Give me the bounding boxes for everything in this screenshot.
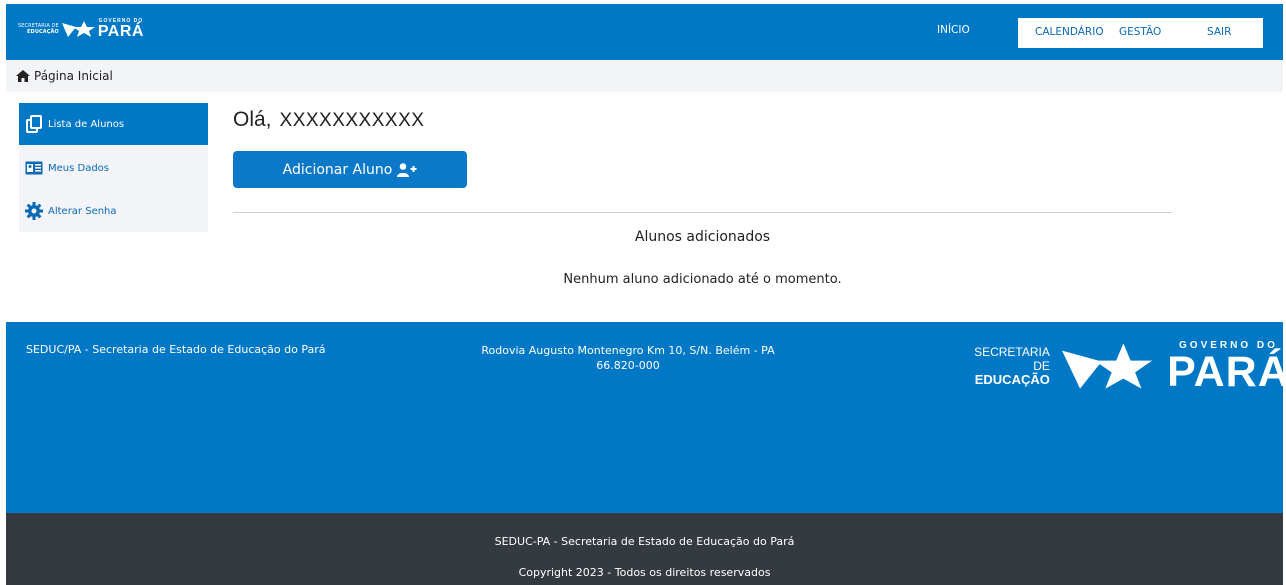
nav-gestao[interactable]: GESTÃO (1119, 26, 1161, 38)
section-divider (233, 212, 1172, 213)
add-student-label: Adicionar Aluno (282, 161, 393, 178)
sidebar-item-label: Lista de Alunos (48, 118, 125, 130)
sidebar: Lista de Alunos Meus Dados Alterar Senha (19, 103, 208, 232)
top-header: SECRETARIA DE EDUCAÇÃO GOVERNO DO PARÁ I… (6, 4, 1283, 60)
home-icon (16, 70, 30, 82)
id-card-icon (25, 159, 43, 177)
header-logo[interactable]: SECRETARIA DE EDUCAÇÃO GOVERNO DO PARÁ (18, 18, 144, 40)
greeting-text: Olá, (233, 108, 272, 131)
gear-icon (25, 202, 43, 220)
star-flag-icon (61, 21, 95, 37)
bottom-org: SEDUC-PA - Secretaria de Estado de Educa… (494, 535, 795, 548)
footer-logo-para: GOVERNO DO PARÁ (1167, 340, 1286, 396)
footer-logo: SECRETARIA DE EDUCAÇÃO GOVERNO DO PARÁ (964, 340, 1286, 396)
sidebar-item-label: Alterar Senha (48, 205, 117, 217)
footer-logo-secretaria: SECRETARIA DE EDUCAÇÃO (974, 345, 1050, 387)
header-logo-secretaria: SECRETARIA DE EDUCAÇÃO (18, 23, 59, 35)
footer-address-line2: 66.820-000 (596, 359, 660, 372)
user-name: XXXXXXXXXXX (279, 110, 425, 131)
nav-inicio[interactable]: INÍCIO (937, 24, 970, 36)
user-plus-icon (397, 162, 417, 177)
students-section-title: Alunos adicionados (634, 229, 771, 245)
sidebar-item-alterar-senha[interactable]: Alterar Senha (19, 190, 208, 232)
footer: SEDUC/PA - Secretaria de Estado de Educa… (6, 322, 1286, 513)
sidebar-item-lista-alunos[interactable]: Lista de Alunos (19, 103, 208, 145)
add-student-button[interactable]: Adicionar Aluno (233, 151, 467, 188)
footer-address: Rodovia Augusto Montenegro Km 10, S/N. B… (476, 343, 780, 373)
footer-address-line1: Rodovia Augusto Montenegro Km 10, S/N. B… (481, 344, 775, 357)
greeting: Olá, XXXXXXXXXXX (233, 108, 424, 132)
star-flag-icon (1061, 343, 1153, 389)
copy-icon (25, 115, 43, 133)
sidebar-item-meus-dados[interactable]: Meus Dados (19, 147, 208, 189)
empty-state-message: Nenhum aluno adicionado até o momento. (563, 272, 842, 287)
header-logo-para: GOVERNO DO PARÁ (97, 18, 144, 40)
nav-menu-box: CALENDÁRIO GESTÃO SAIR (1018, 18, 1263, 48)
breadcrumb-label[interactable]: Página Inicial (34, 69, 113, 83)
sidebar-item-label: Meus Dados (48, 162, 110, 174)
footer-org: SEDUC/PA - Secretaria de Estado de Educa… (26, 343, 326, 356)
nav-calendario[interactable]: CALENDÁRIO (1035, 26, 1104, 38)
bottom-bar: SEDUC-PA - Secretaria de Estado de Educa… (6, 513, 1283, 585)
breadcrumb: Página Inicial (6, 60, 1283, 92)
copyright: Copyright 2023 - Todos os direitos reser… (518, 566, 771, 579)
nav-sair[interactable]: SAIR (1207, 26, 1231, 38)
